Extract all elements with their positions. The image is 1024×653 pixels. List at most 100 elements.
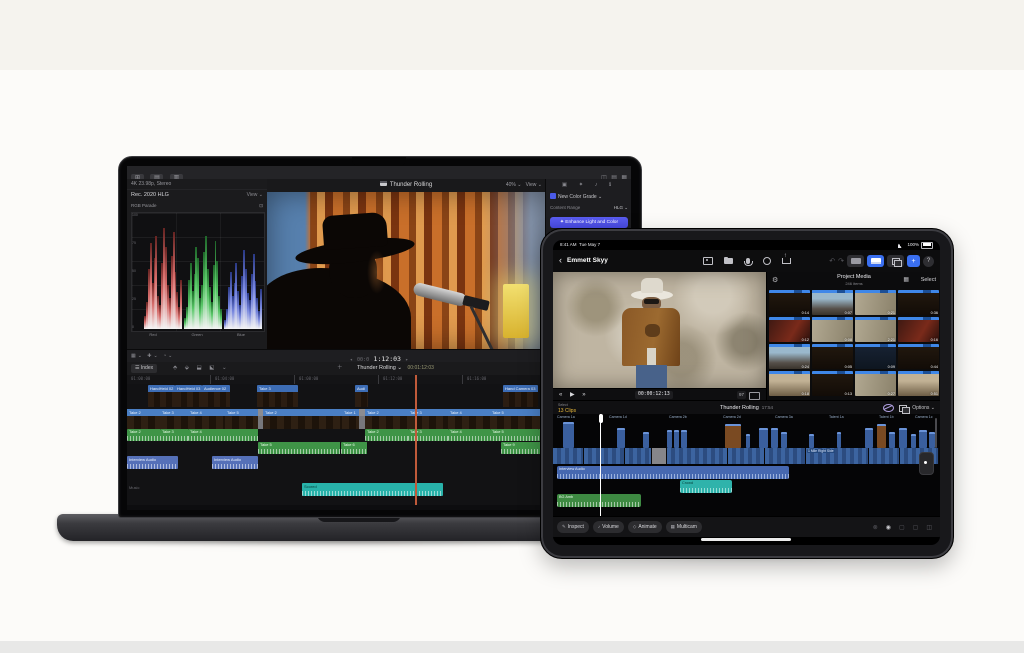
- timeline-clip[interactable]: Take 2: [365, 409, 409, 429]
- media-thumbnail[interactable]: 2:21: [855, 317, 896, 342]
- timeline-clip[interactable]: Scored: [302, 483, 443, 496]
- timeline-clip[interactable]: Interview Audio: [212, 456, 258, 469]
- connected-clip[interactable]: [911, 434, 916, 448]
- connected-clip[interactable]: [674, 430, 679, 448]
- media-thumbnail[interactable]: 0:13: [812, 371, 853, 396]
- duplicate-button[interactable]: [887, 255, 904, 267]
- back-button[interactable]: ‹: [559, 250, 562, 270]
- share-export-icon[interactable]: [782, 258, 791, 265]
- files-import-icon[interactable]: [724, 258, 733, 264]
- tool-pill-inspect[interactable]: ✎Inspect: [557, 521, 589, 533]
- storyline-clip[interactable]: [869, 448, 900, 464]
- enhance-light-color-button[interactable]: ✦ Enhance Light and Color: [550, 217, 628, 228]
- media-thumbnail[interactable]: 0:21: [855, 290, 896, 315]
- timeline-clip[interactable]: Take 2: [263, 409, 343, 429]
- timeline-clip[interactable]: Take 5: [258, 442, 341, 454]
- tool-pill-multicam[interactable]: ▦Multicam: [666, 521, 702, 533]
- connected-clip[interactable]: [877, 424, 886, 448]
- tool-pill-animate[interactable]: ◇Animate: [628, 521, 662, 533]
- timeline-clip[interactable]: Take 1: [342, 409, 360, 429]
- storyline-clip[interactable]: [765, 448, 806, 464]
- connected-clip[interactable]: [617, 428, 625, 448]
- timeline-clip[interactable]: Take 5: [490, 409, 539, 429]
- media-thumbnail[interactable]: 0:24: [769, 344, 810, 369]
- overlay-icon[interactable]: [899, 405, 907, 412]
- add-media-button[interactable]: +: [907, 255, 920, 267]
- connected-clip[interactable]: [746, 434, 750, 448]
- timeline-clip[interactable]: Take 9: [501, 442, 541, 454]
- timeline-clip[interactable]: HandHeld 03: [175, 385, 202, 407]
- timeline-clip[interactable]: Take 3: [160, 409, 189, 429]
- media-thumbnail[interactable]: 0:08: [812, 317, 853, 342]
- connected-clip[interactable]: [809, 434, 814, 448]
- ipad-playhead[interactable]: [600, 414, 601, 516]
- media-browser-button[interactable]: [867, 255, 884, 267]
- timeline-clip[interactable]: Take 2: [127, 429, 161, 441]
- record-icon[interactable]: [763, 257, 771, 265]
- external-display-icon[interactable]: [749, 392, 760, 400]
- timeline-clip[interactable]: Take 4: [448, 429, 491, 441]
- media-thumbnail[interactable]: 0:18: [769, 371, 810, 396]
- voiceover-mic-icon[interactable]: [746, 258, 750, 264]
- media-thumbnail[interactable]: 0:12: [769, 317, 810, 342]
- timeline-clip[interactable]: Take 3: [257, 385, 298, 407]
- timeline-clip[interactable]: Take 2: [127, 409, 161, 429]
- connected-clip[interactable]: [781, 432, 787, 448]
- redo-icon[interactable]: ↷: [838, 257, 844, 265]
- timeline-clip[interactable]: Take 6: [341, 442, 368, 454]
- timeline-clip[interactable]: Take 5: [225, 409, 259, 429]
- timeline-scrollbar[interactable]: [935, 418, 937, 448]
- connected-clip[interactable]: [681, 430, 687, 448]
- connected-clip[interactable]: [919, 430, 927, 448]
- media-thumbnail[interactable]: 0:44: [898, 344, 939, 369]
- viewer-view-menu[interactable]: View ⌄: [526, 182, 542, 188]
- storyline-clip[interactable]: [625, 448, 652, 464]
- media-thumbnail[interactable]: 0:16: [898, 317, 939, 342]
- toolbar-icon[interactable]: ◉: [886, 524, 891, 531]
- timeline-clip[interactable]: Audi: [355, 385, 368, 407]
- storyline-clip[interactable]: [667, 448, 728, 464]
- media-thumbnail[interactable]: 0:51: [898, 371, 939, 396]
- media-thumbnail[interactable]: 0:27: [855, 371, 896, 396]
- timeline-clip[interactable]: Take 3: [160, 429, 189, 441]
- connected-clip[interactable]: [759, 428, 768, 448]
- project-name-title[interactable]: Emmett Skyy: [567, 250, 608, 271]
- media-thumbnail[interactable]: 0:05: [812, 344, 853, 369]
- storyline-clip[interactable]: [728, 448, 765, 464]
- timeline-clip[interactable]: Take 4: [448, 409, 491, 429]
- scopes-view-menu[interactable]: View ⌄: [247, 189, 263, 201]
- toolbar-icon[interactable]: ▢: [913, 524, 919, 531]
- toolbar-icon[interactable]: ⊗: [873, 524, 878, 531]
- media-thumbnail[interactable]: 0:09: [855, 344, 896, 369]
- add-clip-icon[interactable]: ＋: [337, 362, 343, 375]
- content-range-menu[interactable]: HLG ⌄: [614, 205, 628, 211]
- media-thumbnail[interactable]: 0:14: [769, 290, 810, 315]
- connected-clip[interactable]: [563, 422, 574, 448]
- index-button[interactable]: ☰ Index: [131, 364, 157, 373]
- connected-clip[interactable]: [771, 428, 778, 448]
- toolbar-icon[interactable]: ◫: [926, 524, 932, 531]
- tool-pill-volume[interactable]: ♪Volume: [593, 521, 624, 533]
- timeline-project-menu[interactable]: Thunder Rolling ⌄ 00:01:12:03: [357, 362, 434, 375]
- media-thumbnail[interactable]: 0:36: [898, 290, 939, 315]
- help-button[interactable]: ?: [923, 256, 934, 267]
- connected-clip[interactable]: [889, 432, 895, 448]
- timeline-clip[interactable]: Interview Audio: [127, 456, 178, 469]
- mac-playhead[interactable]: [415, 375, 417, 505]
- timeline-clip[interactable]: Hand Camera 03: [503, 385, 538, 407]
- options-menu[interactable]: Options ⌄: [912, 405, 935, 411]
- storyline-clip[interactable]: [652, 448, 667, 464]
- zoom-percent-chip[interactable]: 97: [737, 391, 746, 399]
- crowd-sfx-clip[interactable]: Crowd: [680, 480, 732, 493]
- connected-clip[interactable]: [643, 432, 649, 448]
- storyline-clip[interactable]: [553, 448, 584, 464]
- timeline-project-title[interactable]: Thunder Rolling17:54: [553, 401, 940, 415]
- keyboard-shortcuts-button[interactable]: [847, 255, 864, 267]
- media-thumbnail[interactable]: 0:07: [812, 290, 853, 315]
- clip-visibility-icon[interactable]: [883, 404, 894, 412]
- connected-clip[interactable]: [667, 430, 672, 448]
- timeline-clip[interactable]: Take 4: [188, 409, 226, 429]
- color-grade-row[interactable]: New Color Grade ⌄: [550, 193, 628, 200]
- timeline-clip[interactable]: Take 2: [365, 429, 409, 441]
- timeline-clip[interactable]: HandHeld 02: [148, 385, 175, 407]
